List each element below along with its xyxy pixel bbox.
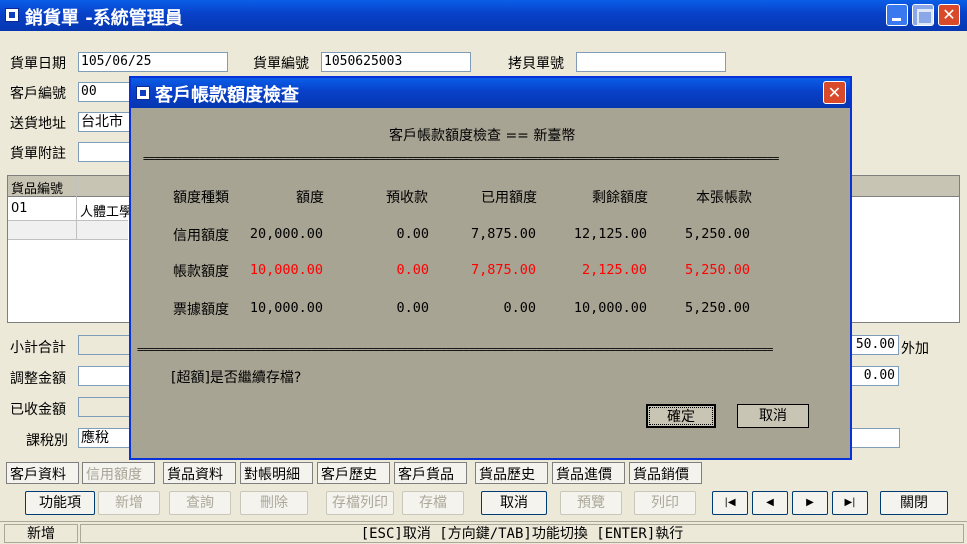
row-note-prepaid: 0.00 — [396, 300, 429, 316]
row-account-current: 5,250.00 — [684, 262, 750, 278]
dialog-app-icon — [136, 86, 150, 100]
grid-row-code[interactable]: 01 — [11, 201, 28, 216]
row-credit-limit: 20,000.00 — [249, 226, 323, 242]
maximize-icon[interactable] — [912, 4, 934, 26]
row-credit-current: 5,250.00 — [684, 226, 750, 242]
app-icon — [5, 8, 19, 22]
row-account-prepaid: 0.00 — [396, 262, 429, 278]
subtotal-right-field: 50.00 — [851, 335, 899, 355]
dialog-ok-button[interactable]: 確定 — [646, 404, 716, 428]
copy-no-field[interactable] — [576, 52, 726, 72]
grid-header-code: 貨品編號 — [11, 182, 64, 197]
dialog-heading: 客戶帳款額度檢查 == 新臺幣 — [389, 128, 576, 144]
dialog-titlebar: 客戶帳款額度檢查 ✕ — [131, 78, 850, 108]
tab-sales-price[interactable]: 貨品銷價 — [629, 462, 702, 484]
row-credit-type: 信用額度 — [173, 228, 229, 244]
separator-bottom: ========================================… — [137, 343, 773, 356]
row-account-used: 7,875.00 — [470, 262, 536, 278]
print-button[interactable]: 列印 — [634, 491, 696, 515]
address-label: 送貨地址 — [10, 116, 66, 132]
row-note-type: 票據額度 — [173, 302, 229, 318]
tab-customer-history[interactable]: 客戶歷史 — [317, 462, 390, 484]
preview-button[interactable]: 預覽 — [560, 491, 622, 515]
col-type: 額度種類 — [173, 190, 229, 206]
col-used: 已用額度 — [481, 190, 537, 206]
tab-product-history[interactable]: 貨品歷史 — [475, 462, 548, 484]
window-titlebar: 銷貨單 -系統管理員 ✕ — [0, 0, 967, 31]
adjust-label: 調整金額 — [10, 371, 66, 387]
order-no-label: 貨單編號 — [253, 56, 309, 72]
row-note-limit: 10,000.00 — [249, 300, 323, 316]
dialog-cancel-button[interactable]: 取消 — [737, 404, 809, 428]
separator-top: ========================================… — [143, 152, 779, 165]
status-hint: [ESC]取消 [方向鍵/TAB]功能切換 [ENTER]執行 — [80, 524, 964, 543]
tab-statement[interactable]: 對帳明細 — [240, 462, 313, 484]
minimize-icon[interactable] — [886, 4, 908, 26]
col-remaining: 剩餘額度 — [592, 190, 648, 206]
grid-row-name[interactable]: 人體工學 — [80, 201, 132, 220]
note-label: 貨單附註 — [10, 146, 66, 162]
row-credit-prepaid: 0.00 — [396, 226, 429, 242]
sales-order-window: 銷貨單 -系統管理員 ✕ 貨單日期 105/06/25 貨單編號 1050625… — [0, 0, 967, 544]
order-no-field[interactable]: 1050625003 — [321, 52, 471, 72]
first-record-icon[interactable]: |◀ — [712, 491, 748, 515]
next-record-icon[interactable]: ▶ — [792, 491, 828, 515]
date-field[interactable]: 105/06/25 — [78, 52, 228, 72]
save-print-button[interactable]: 存檔列印 — [326, 491, 394, 515]
tab-purchase-price[interactable]: 貨品進價 — [552, 462, 625, 484]
delete-button[interactable]: 刪除 — [240, 491, 308, 515]
customer-label: 客戶編號 — [10, 86, 66, 102]
last-record-icon[interactable]: ▶| — [832, 491, 868, 515]
row-note-remaining: 10,000.00 — [573, 300, 647, 316]
close-button[interactable]: 關閉 — [880, 491, 948, 515]
tax-label: 課稅別 — [26, 433, 68, 449]
tab-customer-products[interactable]: 客戶貨品 — [394, 462, 467, 484]
dialog-close-icon[interactable]: ✕ — [823, 81, 846, 104]
close-icon[interactable]: ✕ — [938, 4, 960, 26]
query-button[interactable]: 查詢 — [169, 491, 231, 515]
row-note-current: 5,250.00 — [684, 300, 750, 316]
row-note-used: 0.00 — [503, 300, 536, 316]
add-button[interactable]: 新增 — [98, 491, 160, 515]
subtotal-label: 小計合計 — [10, 340, 66, 356]
row-account-type: 帳款額度 — [173, 264, 229, 280]
col-prepaid: 預收款 — [386, 190, 428, 206]
received-label: 已收金額 — [10, 402, 66, 418]
row-account-remaining: 2,125.00 — [581, 262, 647, 278]
tab-product-info[interactable]: 貨品資料 — [163, 462, 236, 484]
col-current: 本張帳款 — [696, 190, 752, 206]
window-title: 銷貨單 -系統管理員 — [25, 8, 183, 29]
date-label: 貨單日期 — [10, 56, 66, 72]
extra-label: 外加 — [901, 341, 929, 357]
copy-no-label: 拷貝單號 — [508, 56, 564, 72]
status-mode: 新增 — [4, 524, 78, 543]
cancel-button[interactable]: 取消 — [481, 491, 547, 515]
col-limit: 額度 — [296, 190, 324, 206]
row-credit-remaining: 12,125.00 — [573, 226, 647, 242]
tax-right-field — [851, 428, 900, 448]
dialog-title: 客戶帳款額度檢查 — [155, 85, 299, 106]
grid-col-divider — [76, 176, 77, 240]
row-credit-used: 7,875.00 — [470, 226, 536, 242]
adjust-right-field: 0.00 — [851, 366, 899, 386]
prev-record-icon[interactable]: ◀ — [752, 491, 788, 515]
credit-check-dialog: 客戶帳款額度檢查 ✕ 客戶帳款額度檢查 == 新臺幣 =============… — [129, 76, 852, 460]
overlimit-question: [超額]是否繼續存檔? — [171, 370, 302, 386]
function-button[interactable]: 功能項 — [25, 491, 95, 515]
tab-credit-limit[interactable]: 信用額度 — [82, 462, 155, 484]
status-bar: 新增 [ESC]取消 [方向鍵/TAB]功能切換 [ENTER]執行 — [0, 521, 967, 544]
tab-customer-info[interactable]: 客戶資料 — [6, 462, 79, 484]
save-button[interactable]: 存檔 — [402, 491, 464, 515]
row-account-limit: 10,000.00 — [249, 262, 323, 278]
grid-empty-row[interactable] — [8, 220, 128, 240]
